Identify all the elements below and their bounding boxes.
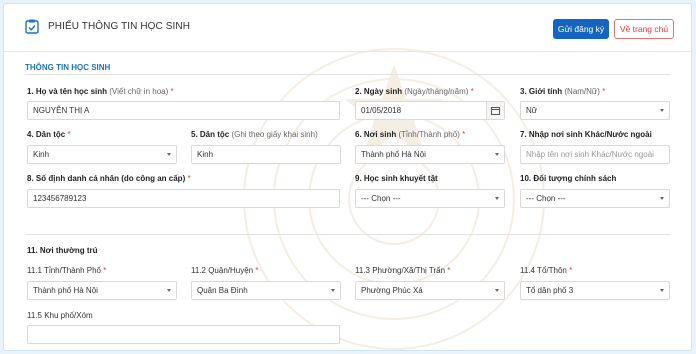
header-title-group: PHIẾU THÔNG TIN HỌC SINH (25, 19, 190, 34)
ethnicity-birth-cert-input[interactable]: Kinh (191, 145, 341, 164)
back-home-button[interactable]: Về trang chủ (614, 19, 674, 39)
gender-value: Nữ (526, 106, 538, 115)
policy-group-select[interactable]: --- Chọn --- (520, 189, 670, 208)
full-name-hint: (Viết chữ in hoa) (109, 87, 169, 96)
required-mark: * (470, 87, 474, 96)
policy-group-label: 10. Đối tượng chính sách (520, 174, 616, 183)
birth-date-input[interactable]: 01/05/2018 (355, 101, 505, 120)
gender-select[interactable]: Nữ (520, 101, 670, 120)
hamlet-select[interactable]: Tổ dân phố 3 (520, 281, 670, 300)
required-mark: * (255, 266, 259, 275)
neighborhood-input[interactable] (27, 325, 340, 344)
birth-date-label-text: 2. Ngày sinh (355, 87, 403, 96)
personal-id-label: 8. Số định danh cá nhân (do công an cấp)… (27, 174, 191, 183)
ethnicity-label-text: 4. Dân tộc (27, 130, 66, 139)
birthplace-select[interactable]: Thành phố Hà Nội (355, 145, 505, 164)
form-window: PHIẾU THÔNG TIN HỌC SINH Gửi đăng ký Về … (3, 3, 692, 351)
neighborhood-label-text: 11.5 Khu phố/Xóm (27, 311, 93, 320)
hamlet-value: Tổ dân phố 3 (526, 286, 574, 295)
full-name-input[interactable]: NGUYỄN THỊ A (27, 101, 340, 120)
disability-value: --- Chọn --- (361, 194, 401, 203)
ethnicity-label: 4. Dân tộc * (27, 130, 71, 139)
chevron-down-icon (331, 289, 335, 292)
ethnicity-birth-cert-label-text: 5. Dân tộc (191, 130, 230, 139)
required-mark: * (569, 266, 573, 275)
hamlet-label: 11.4 Tổ/Thôn * (520, 266, 572, 275)
policy-group-value: --- Chọn --- (526, 194, 566, 203)
gender-label: 3. Giới tính (Nam/Nữ) * (520, 87, 605, 96)
gender-hint: (Nam/Nữ) (564, 87, 600, 96)
section-title: THÔNG TIN HỌC SINH (25, 63, 111, 72)
required-mark: * (67, 130, 71, 139)
other-birthplace-label-text: 7. Nhập nơi sinh Khác/Nước ngoài (520, 130, 652, 139)
required-mark: * (170, 87, 174, 96)
clipboard-check-icon (25, 19, 39, 34)
full-name-value: NGUYỄN THỊ A (33, 106, 90, 115)
birth-date-label: 2. Ngày sinh (Ngày/tháng/năm) * (355, 87, 474, 96)
ward-value: Phường Phúc Xá (361, 286, 423, 295)
required-mark: * (447, 266, 451, 275)
policy-group-label-text: 10. Đối tượng chính sách (520, 174, 617, 183)
required-mark: * (103, 266, 107, 275)
birthplace-label: 6. Nơi sinh (Tỉnh/Thành phố) * (355, 130, 465, 139)
submit-registration-button[interactable]: Gửi đăng ký (553, 19, 609, 39)
calendar-button[interactable] (486, 102, 504, 119)
full-name-label-text: 1. Họ và tên học sinh (27, 87, 108, 96)
ethnicity-select[interactable]: Kinh (27, 145, 177, 164)
personal-id-value: 123456789123 (33, 194, 87, 203)
province-select[interactable]: Thành phố Hà Nội (27, 281, 177, 300)
chevron-down-icon (495, 153, 499, 156)
province-label-text: 11.1 Tỉnh/Thành Phố (27, 266, 101, 275)
birthplace-value: Thành phố Hà Nội (361, 150, 426, 159)
other-birthplace-label: 7. Nhập nơi sinh Khác/Nước ngoài (520, 130, 652, 139)
district-select[interactable]: Quận Ba Đình (191, 281, 341, 300)
ward-select[interactable]: Phường Phúc Xá (355, 281, 505, 300)
ward-label: 11.3 Phường/Xã/Thị Trấn * (355, 266, 450, 275)
full-name-label: 1. Họ và tên học sinh (Viết chữ in hoa) … (27, 87, 174, 96)
chevron-down-icon (660, 289, 664, 292)
chevron-down-icon (495, 289, 499, 292)
section-divider (25, 74, 670, 75)
personal-id-label-text: 8. Số định danh cá nhân (do công an cấp) (27, 174, 186, 183)
personal-id-input[interactable]: 123456789123 (27, 189, 340, 208)
province-value: Thành phố Hà Nội (33, 286, 98, 295)
hamlet-label-text: 11.4 Tổ/Thôn (520, 266, 567, 275)
ethnicity-value: Kinh (33, 150, 50, 159)
disability-select[interactable]: --- Chọn --- (355, 189, 505, 208)
district-value: Quận Ba Đình (197, 286, 248, 295)
birth-date-hint: (Ngày/tháng/năm) (404, 87, 469, 96)
disability-label: 9. Học sinh khuyết tật (355, 174, 438, 183)
chevron-down-icon (167, 153, 171, 156)
ward-label-text: 11.3 Phường/Xã/Thị Trấn (355, 266, 446, 275)
chevron-down-icon (495, 197, 499, 200)
required-mark: * (187, 174, 191, 183)
birth-date-value: 01/05/2018 (361, 106, 402, 115)
page-title: PHIẾU THÔNG TIN HỌC SINH (48, 21, 191, 32)
birthplace-hint: (Tỉnh/Thành phố) (398, 130, 460, 139)
chevron-down-icon (660, 197, 664, 200)
ethnicity-birth-cert-hint: (Ghi theo giấy khai sinh) (231, 130, 318, 139)
required-mark: * (602, 87, 606, 96)
calendar-icon (491, 107, 500, 115)
other-birthplace-placeholder: Nhập tên nơi sinh Khác/Nước ngoài (526, 150, 654, 159)
ethnicity-birth-cert-label: 5. Dân tộc (Ghi theo giấy khai sinh) (191, 130, 318, 139)
birthplace-label-text: 6. Nơi sinh (355, 130, 397, 139)
district-label: 11.2 Quận/Huyện * (191, 266, 258, 275)
chevron-down-icon (167, 289, 171, 292)
page-header: PHIẾU THÔNG TIN HỌC SINH Gửi đăng ký Về … (4, 4, 691, 52)
neighborhood-label: 11.5 Khu phố/Xóm (27, 311, 93, 320)
ethnicity-birth-cert-value: Kinh (197, 150, 214, 159)
district-label-text: 11.2 Quận/Huyện (191, 266, 254, 275)
residence-heading: 11. Nơi thường trú (27, 246, 98, 255)
gender-label-text: 3. Giới tính (520, 87, 563, 96)
required-mark: * (462, 130, 466, 139)
province-label: 11.1 Tỉnh/Thành Phố * (27, 266, 106, 275)
disability-label-text: 9. Học sinh khuyết tật (355, 174, 438, 183)
section-divider (25, 234, 670, 235)
chevron-down-icon (660, 109, 664, 112)
other-birthplace-input[interactable]: Nhập tên nơi sinh Khác/Nước ngoài (520, 145, 670, 164)
